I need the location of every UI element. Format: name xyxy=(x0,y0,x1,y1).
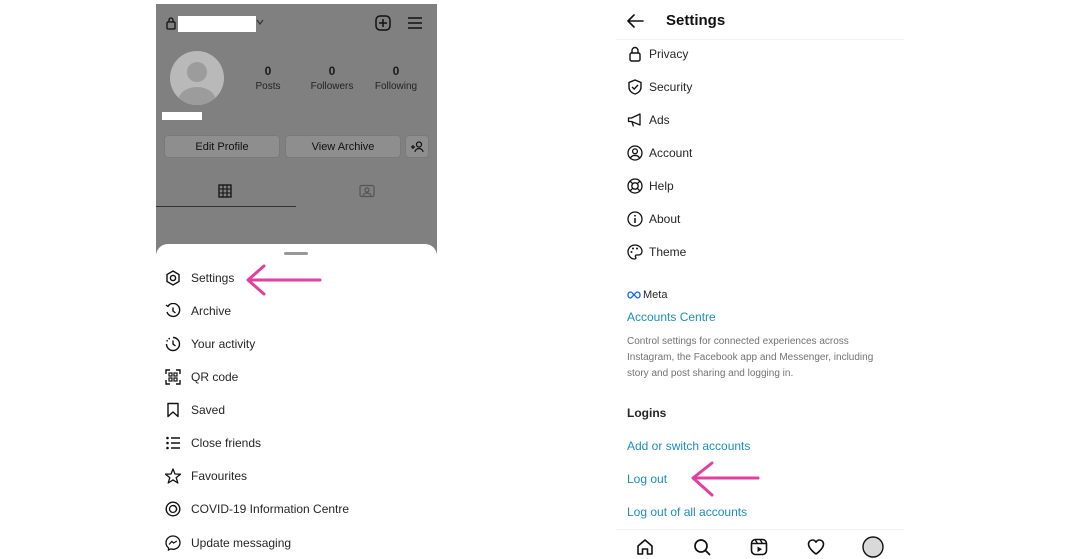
followers-stat[interactable]: 0 Followers xyxy=(297,64,367,94)
meta-logo: Meta xyxy=(627,289,667,301)
accounts-centre-link[interactable]: Accounts Centre xyxy=(627,310,716,324)
settings-item-privacy[interactable]: Privacy xyxy=(626,43,688,65)
info-icon xyxy=(626,210,644,228)
menu-item-your-activity[interactable]: Your activity xyxy=(164,333,255,355)
posts-label: Posts xyxy=(255,81,281,92)
menu-item-label: Your activity xyxy=(191,337,256,351)
settings-item-label: Privacy xyxy=(649,47,689,61)
hamburger-menu-icon[interactable] xyxy=(407,16,423,30)
home-icon[interactable] xyxy=(636,538,654,556)
search-icon[interactable] xyxy=(693,538,711,556)
settings-icon xyxy=(164,269,182,287)
bottom-navigation xyxy=(616,529,904,559)
menu-item-label: Close friends xyxy=(191,436,262,450)
settings-item-about[interactable]: About xyxy=(626,208,680,230)
following-count: 0 xyxy=(392,64,400,78)
settings-item-help[interactable]: Help xyxy=(626,175,674,197)
settings-item-label: Account xyxy=(649,146,693,160)
log-out-all-link[interactable]: Log out of all accounts xyxy=(627,505,747,519)
menu-item-saved[interactable]: Saved xyxy=(164,399,225,421)
menu-item-label: COVID-19 Information Centre xyxy=(191,502,350,516)
active-tab-indicator xyxy=(156,206,296,207)
lifebuoy-icon xyxy=(626,177,644,195)
following-stat[interactable]: 0 Following xyxy=(361,64,431,94)
menu-item-close-friends[interactable]: Close friends xyxy=(164,432,261,454)
menu-item-archive[interactable]: Archive xyxy=(164,300,231,322)
menu-item-covid-info[interactable]: COVID-19 Information Centre xyxy=(164,498,349,520)
add-person-icon xyxy=(411,140,424,152)
view-archive-button[interactable]: View Archive xyxy=(285,135,401,158)
menu-item-favourites[interactable]: Favourites xyxy=(164,465,247,487)
activity-icon xyxy=(164,335,182,353)
star-icon xyxy=(164,467,182,485)
annotation-arrow-logout xyxy=(691,461,760,497)
grid-tab-icon[interactable] xyxy=(218,184,232,198)
settings-item-account[interactable]: Account xyxy=(626,142,692,164)
menu-item-update-messaging[interactable]: Update messaging xyxy=(164,532,291,554)
add-switch-accounts-link[interactable]: Add or switch accounts xyxy=(627,439,750,453)
lock-icon xyxy=(626,45,644,63)
menu-item-label: Update messaging xyxy=(191,536,292,550)
annotation-arrow-settings xyxy=(246,264,322,296)
following-label: Following xyxy=(374,81,418,92)
tagged-tab-icon[interactable] xyxy=(359,184,375,198)
discover-people-button[interactable] xyxy=(405,135,429,158)
covid-info-icon xyxy=(164,500,182,518)
followers-count: 0 xyxy=(328,64,336,78)
settings-item-label: Security xyxy=(649,80,693,94)
close-friends-icon xyxy=(164,434,182,452)
menu-item-label: Settings xyxy=(191,271,235,285)
archive-icon xyxy=(164,302,182,320)
settings-item-label: About xyxy=(649,212,681,226)
name-redaction xyxy=(162,112,202,120)
settings-item-label: Theme xyxy=(649,245,687,259)
profile-overlay: 0 Posts 0 Followers 0 Following Edit Pro… xyxy=(156,4,437,254)
settings-header: Settings xyxy=(616,4,904,40)
account-icon xyxy=(626,144,644,162)
reels-icon[interactable] xyxy=(750,538,768,556)
menu-item-label: Favourites xyxy=(191,469,248,483)
meta-infinity-icon xyxy=(627,291,641,299)
create-post-icon[interactable] xyxy=(375,15,391,31)
page-title: Settings xyxy=(666,12,726,29)
bookmark-icon xyxy=(164,401,182,419)
menu-item-settings[interactable]: Settings xyxy=(164,267,234,289)
shield-icon xyxy=(626,78,644,96)
log-out-link[interactable]: Log out xyxy=(627,472,667,486)
menu-item-label: Saved xyxy=(191,403,226,417)
settings-item-label: Ads xyxy=(649,113,670,127)
settings-item-theme[interactable]: Theme xyxy=(626,241,686,263)
followers-label: Followers xyxy=(310,81,354,92)
lock-icon xyxy=(166,17,176,30)
heart-icon[interactable] xyxy=(807,538,825,556)
logins-section-title: Logins xyxy=(627,406,667,420)
palette-icon xyxy=(626,243,644,261)
back-arrow-icon[interactable] xyxy=(626,14,644,28)
sheet-drag-handle[interactable] xyxy=(284,252,308,255)
megaphone-icon xyxy=(626,111,644,129)
profile-avatar[interactable] xyxy=(170,51,224,105)
accounts-centre-description: Control settings for connected experienc… xyxy=(627,336,874,379)
menu-item-qr-code[interactable]: QR code xyxy=(164,366,238,388)
profile-avatar-icon[interactable] xyxy=(862,536,884,558)
posts-count: 0 xyxy=(264,64,272,78)
username-redaction xyxy=(178,16,256,32)
menu-item-label: QR code xyxy=(191,370,239,384)
chevron-down-icon[interactable] xyxy=(256,18,264,26)
edit-profile-button[interactable]: Edit Profile xyxy=(164,135,280,158)
qr-code-icon xyxy=(164,368,182,386)
settings-item-ads[interactable]: Ads xyxy=(626,109,670,131)
settings-item-label: Help xyxy=(649,179,674,193)
meta-logo-text: Meta xyxy=(643,289,668,301)
posts-stat[interactable]: 0 Posts xyxy=(233,64,303,94)
messenger-icon xyxy=(164,534,182,552)
menu-item-label: Archive xyxy=(191,304,232,318)
settings-item-security[interactable]: Security xyxy=(626,76,692,98)
